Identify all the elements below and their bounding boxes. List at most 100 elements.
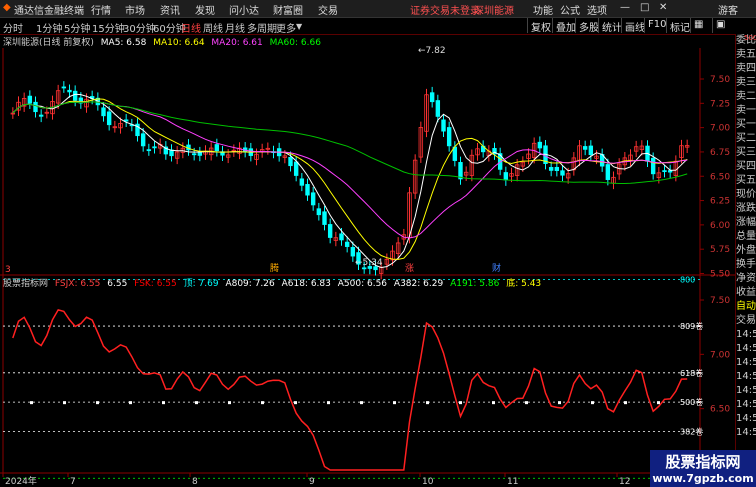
candle-body xyxy=(293,161,299,176)
sidebar-item-change: 涨跌 xyxy=(736,203,756,214)
candle-body xyxy=(344,241,350,247)
date-label: 7 xyxy=(70,477,76,487)
ma5-line xyxy=(12,93,688,269)
candle-body xyxy=(106,111,112,126)
tick-time: 14:5 xyxy=(736,427,756,438)
sidebar-item-trade[interactable]: 交易 xyxy=(736,314,756,328)
price-tick-label: 7.50 xyxy=(710,75,730,85)
date-label: 8 xyxy=(192,477,198,487)
level-marker xyxy=(96,401,99,405)
logo-url: www.7gpzb.com xyxy=(652,472,754,485)
sidebar-item-change-pct: 涨幅 xyxy=(736,217,756,228)
date-label: 11 xyxy=(507,477,518,487)
level-marker xyxy=(228,401,231,405)
level-marker xyxy=(294,401,297,405)
level-marker xyxy=(624,401,627,405)
level-marker xyxy=(492,401,495,405)
candle-body xyxy=(350,247,356,257)
price-tick-label: 6.00 xyxy=(710,221,730,231)
ma-legend: 深圳能源(日线 前复权) MA5: 6.58 MA10: 6.64 MA20: … xyxy=(3,35,325,48)
tick-time: 14:5 xyxy=(736,343,756,354)
candle-body xyxy=(503,172,509,181)
sidebar-item-net-asset: 净资 xyxy=(736,273,756,284)
sidebar-item-bid5: 买五 xyxy=(736,175,756,186)
a809-label: A809: 7.26 xyxy=(225,279,275,289)
candle-body xyxy=(429,92,435,103)
candle-body xyxy=(446,127,452,147)
sidebar-item-bid3: 买三 xyxy=(736,147,756,158)
candle-body xyxy=(197,152,203,156)
sidebar-item-ask2: 卖二 xyxy=(736,91,756,102)
sidebar-item-ask4: 卖四 xyxy=(736,63,756,74)
sidebar-item-bid4: 买四 xyxy=(736,161,756,172)
candle-body xyxy=(72,90,78,101)
ma60-label: MA60: 6.66 xyxy=(269,38,321,48)
date-label: 2024年 xyxy=(5,475,37,487)
sidebar-item-bid1: 买一 xyxy=(736,119,756,130)
level-marker xyxy=(162,401,165,405)
ma20-line xyxy=(12,101,688,239)
candle-body xyxy=(101,107,106,117)
price-tick-label: 7.25 xyxy=(710,99,730,109)
candle-body xyxy=(27,95,33,104)
candle-body xyxy=(327,224,333,238)
indicator-line xyxy=(12,309,688,471)
candle-body xyxy=(554,166,560,171)
candle-body xyxy=(310,192,316,206)
candle-body xyxy=(588,145,594,156)
candle-body xyxy=(441,119,446,132)
sidebar-item-volume: 总量 xyxy=(736,231,756,242)
watermark-logo: 股票指标网 www.7gpzb.com xyxy=(650,450,756,487)
candle-body xyxy=(191,153,197,156)
sidebar-item-auto[interactable]: 自动 xyxy=(736,300,756,314)
sidebar-item-ask1: 卖一 xyxy=(736,105,756,116)
level-label: 809卷 xyxy=(680,321,703,331)
candle-body xyxy=(61,86,67,89)
candle-body xyxy=(123,119,129,122)
bottom-label: 底: 5.43 xyxy=(506,279,542,289)
level-marker xyxy=(360,401,363,405)
indicator-tick-label: 7.50 xyxy=(710,296,730,306)
ma60-line xyxy=(12,101,688,184)
price-tick-label: 6.50 xyxy=(710,172,730,182)
event-marker: 财 xyxy=(492,262,501,274)
price-tick-label: 7.00 xyxy=(710,124,730,134)
date-label: 10 xyxy=(422,477,434,487)
tick-time: 14:5 xyxy=(736,385,756,396)
candle-body xyxy=(662,170,667,173)
candle-body xyxy=(214,144,220,152)
sidebar-top-value: 500 xyxy=(744,34,756,42)
indicator-tick-label: 6.50 xyxy=(710,405,730,415)
a191-label: A191: 5.86 xyxy=(450,279,500,289)
candle-body xyxy=(152,146,157,149)
level-marker xyxy=(195,401,198,405)
indicator-name[interactable]: 股票指标网 xyxy=(3,279,48,289)
price-tick-label: 6.75 xyxy=(710,148,730,158)
candle-body xyxy=(140,133,146,147)
candle-body xyxy=(339,233,344,241)
high-price-label: ←7.82 xyxy=(418,46,446,56)
candle-body xyxy=(605,164,611,180)
candle-body xyxy=(305,184,310,196)
price-tick-label: 5.75 xyxy=(710,245,730,255)
candle-body xyxy=(146,149,152,152)
tick-time: 14:5 xyxy=(736,329,756,340)
level-marker xyxy=(558,401,561,405)
sidebar-item-outer: 外盘 xyxy=(736,245,756,256)
tick-time: 14:5 xyxy=(736,399,756,410)
candle-body xyxy=(435,100,441,117)
level-marker xyxy=(459,401,462,405)
a382-label: A382: 6.29 xyxy=(393,279,444,289)
value-label: 6.55 xyxy=(107,279,128,289)
event-marker: 3 xyxy=(5,265,11,275)
sidebar-item-turnover: 换手 xyxy=(736,259,756,270)
top-label: 顶: 7.69 xyxy=(183,279,219,289)
level-marker xyxy=(525,401,528,405)
level-marker xyxy=(129,401,132,405)
level-marker xyxy=(261,401,264,405)
level-marker xyxy=(30,401,33,405)
level-marker xyxy=(426,401,429,405)
price-chart[interactable]: 7.50 7.25 7.00 6.75 6.50 6.25 6.00 5.75 5.50 7.50… xyxy=(0,0,756,487)
ma10-line xyxy=(12,98,688,260)
level-label: 500卷 xyxy=(680,397,703,407)
